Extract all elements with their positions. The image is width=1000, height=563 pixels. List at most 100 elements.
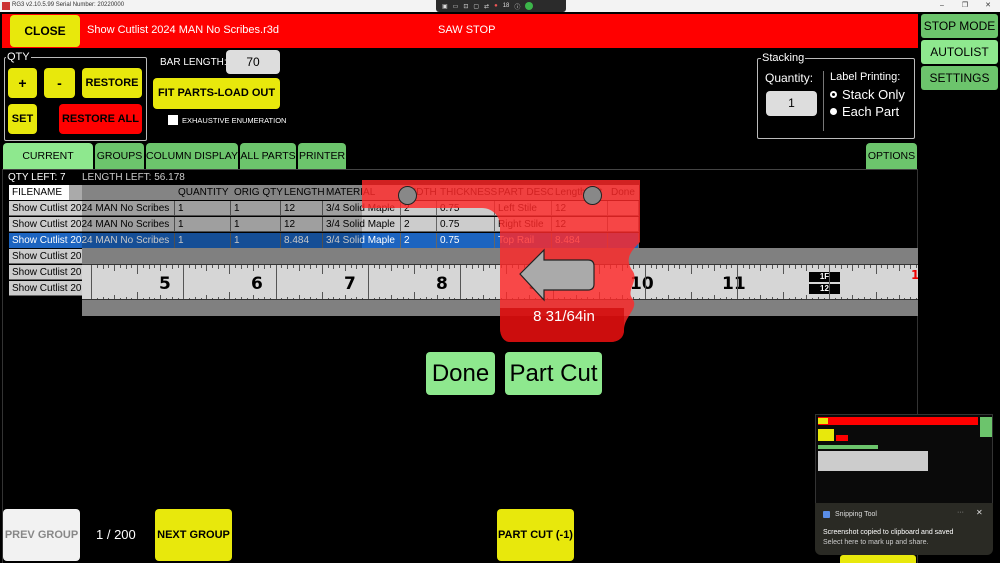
fraction-tick bbox=[131, 265, 133, 268]
fraction-tick bbox=[344, 265, 346, 271]
fraction-tick bbox=[898, 265, 900, 271]
info-icon[interactable]: ⓘ bbox=[514, 2, 520, 11]
radio-each-part-label: Each Part bbox=[842, 104, 900, 119]
fraction-tick bbox=[137, 265, 139, 274]
fraction-tick bbox=[119, 265, 121, 268]
fraction-tick bbox=[823, 265, 825, 268]
window-title: RG3 v2.10.5.99 Serial Number: 20220000 bbox=[12, 2, 125, 8]
record-icon[interactable]: ▭ bbox=[453, 3, 459, 10]
fraction-tick bbox=[189, 265, 191, 268]
exhaustive-enumeration-checkbox[interactable] bbox=[168, 115, 178, 125]
fraction-tick bbox=[315, 265, 317, 268]
radio-stack-only[interactable]: Stack Only bbox=[830, 87, 905, 102]
fraction-tick bbox=[817, 265, 819, 269]
prev-group-button[interactable]: PREV GROUP bbox=[3, 509, 80, 561]
tab-groups[interactable]: GROUPS bbox=[95, 143, 144, 169]
autolist-button[interactable]: AUTOLIST bbox=[921, 40, 998, 64]
fraction-tick bbox=[223, 265, 225, 268]
fraction-tick bbox=[125, 265, 127, 269]
minimize-button[interactable]: – bbox=[932, 0, 952, 12]
tab-current-group[interactable]: CURRENT GROUP bbox=[3, 143, 93, 188]
window-icon[interactable]: ▢ bbox=[473, 3, 479, 10]
toast-app-name: Snipping Tool bbox=[835, 511, 877, 518]
fraction-tick bbox=[858, 265, 860, 268]
app-icon bbox=[2, 2, 10, 10]
restore-button[interactable]: RESTORE bbox=[82, 68, 142, 98]
inch-tick bbox=[91, 265, 92, 299]
table-row[interactable]: Show Cutlist 20 bbox=[9, 249, 84, 264]
fit-parts-load-out-button[interactable]: FIT PARTS-LOAD OUT bbox=[153, 78, 280, 109]
fraction-tick bbox=[852, 265, 854, 271]
tab-all-parts[interactable]: ALL PARTS bbox=[240, 143, 296, 169]
col-filename[interactable]: FILENAME bbox=[9, 185, 69, 200]
screenshot-thumbnail[interactable] bbox=[815, 414, 993, 504]
check-icon bbox=[525, 2, 534, 10]
radio-each-part[interactable]: Each Part bbox=[830, 104, 899, 119]
restore-all-button[interactable]: RESTORE ALL bbox=[59, 104, 142, 134]
network-icon[interactable]: ⇄ bbox=[484, 3, 489, 10]
done-button[interactable]: Done bbox=[426, 352, 495, 395]
part-cut-minus-one-button[interactable]: PART CUT (-1) bbox=[497, 509, 574, 561]
fraction-tick bbox=[783, 265, 785, 274]
fraction-tick bbox=[702, 265, 704, 269]
qty-plus-button[interactable]: + bbox=[8, 68, 37, 98]
fraction-tick bbox=[321, 292, 323, 299]
toast-close-icon[interactable]: ✕ bbox=[976, 508, 983, 517]
tape-number: 6 bbox=[251, 274, 263, 294]
fraction-tick bbox=[292, 265, 294, 268]
fraction-tick bbox=[881, 265, 883, 268]
table-row[interactable]: Show Cutlist 20 bbox=[9, 281, 84, 296]
fraction-tick bbox=[310, 265, 312, 269]
tape-number: 7 bbox=[344, 274, 356, 294]
stop-mode-button[interactable]: STOP MODE bbox=[921, 14, 998, 38]
window-close-button[interactable]: ✕ bbox=[978, 0, 998, 12]
more-options-icon[interactable]: ··· bbox=[957, 509, 964, 516]
set-button[interactable]: SET bbox=[8, 104, 37, 134]
fraction-tick bbox=[229, 265, 231, 274]
fraction-tick bbox=[812, 265, 814, 268]
bar-length-input[interactable]: 70 bbox=[226, 50, 280, 74]
fraction-tick bbox=[771, 265, 773, 269]
fraction-tick bbox=[915, 265, 917, 268]
radio-selected-icon bbox=[830, 108, 837, 115]
options-button[interactable]: OPTIONS bbox=[866, 143, 917, 169]
fraction-tick bbox=[137, 292, 139, 299]
tab-printer[interactable]: PRINTER bbox=[298, 143, 346, 169]
fraction-tick bbox=[304, 265, 306, 268]
cast-icon[interactable]: ⊡ bbox=[463, 3, 468, 10]
fraction-tick bbox=[800, 265, 802, 268]
part-cut-button[interactable]: Part Cut bbox=[505, 352, 602, 395]
qty-minus-button[interactable]: - bbox=[44, 68, 75, 98]
fraction-tick bbox=[731, 265, 733, 268]
close-file-button[interactable]: CLOSE FILE bbox=[10, 15, 80, 70]
fraction-tick bbox=[114, 265, 116, 271]
measurement-readout: 8 31/64in bbox=[533, 308, 595, 325]
foot-mark-bottom: 12 bbox=[809, 284, 840, 294]
fraction-tick bbox=[258, 265, 260, 268]
fraction-tick bbox=[777, 265, 779, 268]
restore-button[interactable]: ❐ bbox=[955, 0, 975, 12]
fraction-tick bbox=[229, 292, 231, 299]
fraction-tick bbox=[252, 265, 254, 271]
fraction-tick bbox=[679, 265, 681, 269]
stacking-title: Stacking bbox=[761, 52, 806, 64]
fraction-tick bbox=[650, 265, 652, 268]
fraction-tick bbox=[690, 265, 692, 274]
snipping-tool-toast[interactable]: Snipping Tool ··· ✕ Screenshot copied to… bbox=[815, 503, 993, 555]
fraction-tick bbox=[200, 265, 202, 268]
settings-button[interactable]: SETTINGS bbox=[921, 66, 998, 90]
fraction-tick bbox=[160, 265, 162, 271]
stacking-divider bbox=[823, 71, 824, 131]
tab-column-display[interactable]: COLUMN DISPLAY bbox=[146, 143, 238, 169]
next-group-button[interactable]: NEXT GROUP bbox=[155, 509, 232, 561]
fraction-tick bbox=[864, 265, 865, 269]
foot-mark-top: 1F bbox=[809, 272, 840, 282]
fraction-tick bbox=[719, 265, 721, 268]
fraction-tick bbox=[806, 265, 808, 271]
stacking-quantity-input[interactable]: 1 bbox=[766, 91, 817, 116]
tape-edge-number: 1 bbox=[911, 268, 918, 282]
table-row[interactable]: Show Cutlist 20 bbox=[9, 265, 84, 280]
hidden-button-edge bbox=[840, 555, 916, 563]
screenshot-icon[interactable]: ▣ bbox=[442, 3, 448, 10]
cell-filename: Show Cutlist 20 bbox=[9, 281, 84, 296]
